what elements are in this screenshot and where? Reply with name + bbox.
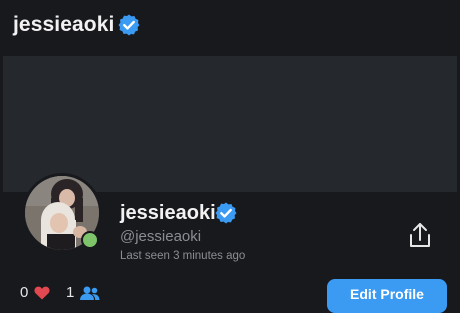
profile-handle[interactable]: @jessieaoki <box>120 228 201 245</box>
last-seen-text: Last seen 3 minutes ago <box>120 250 246 262</box>
subscribers-stat[interactable]: 1 <box>66 284 100 301</box>
cover-image <box>3 56 457 192</box>
heart-icon <box>34 286 50 299</box>
users-icon <box>80 286 100 300</box>
subscribers-count: 1 <box>66 284 75 301</box>
verified-badge-icon <box>215 202 237 224</box>
likes-count: 0 <box>20 284 29 301</box>
online-status-indicator <box>81 231 99 249</box>
profile-name: jessieaoki <box>120 202 216 224</box>
top-bar: jessieaoki <box>0 0 460 52</box>
share-button[interactable] <box>405 222 435 250</box>
share-icon <box>410 223 430 247</box>
page-title: jessieaoki <box>13 13 115 36</box>
edit-profile-button[interactable]: Edit Profile <box>327 279 447 313</box>
likes-stat[interactable]: 0 <box>20 284 50 301</box>
verified-badge-icon <box>118 14 140 36</box>
